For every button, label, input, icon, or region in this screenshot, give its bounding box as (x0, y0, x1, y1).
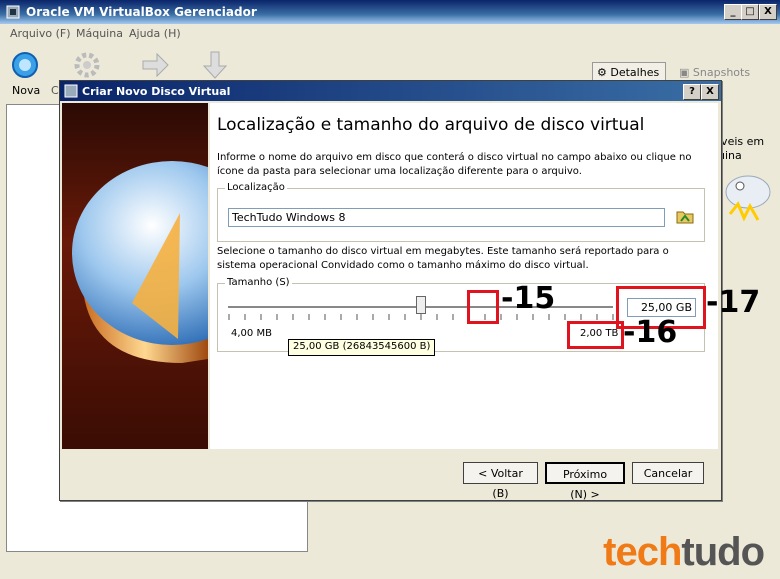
start-arrow-icon (140, 50, 170, 80)
wizard-content: Localização e tamanho do arquivo de disc… (210, 103, 718, 449)
next-button[interactable]: Próximo (N) > (545, 462, 625, 501)
wizard-disk-illustration (62, 103, 208, 449)
size-description: Selecione o tamanho do disco virtual em … (217, 246, 669, 271)
highlight-box-max-size (567, 321, 624, 349)
camera-icon: ▣ (679, 66, 690, 79)
techtudo-logo: techtudo (603, 530, 765, 575)
discard-arrow-icon (200, 50, 230, 80)
main-window-titlebar: Oracle VM VirtualBox Gerenciador _ □ X (0, 0, 780, 24)
new-machine-icon[interactable] (10, 50, 40, 80)
size-label: Tamanho (S) (225, 277, 292, 288)
cancel-button[interactable]: Cancelar (632, 462, 704, 484)
main-window-title: Oracle VM VirtualBox Gerenciador (26, 5, 257, 19)
annotation-16: -16 (623, 315, 678, 350)
os-logo-icon (725, 175, 771, 222)
tab-details-label: Detalhes (610, 66, 660, 79)
close-button[interactable]: X (759, 4, 777, 20)
location-description: Informe o nome do arquivo em disco que c… (217, 152, 692, 177)
dialog-title: Criar Novo Disco Virtual (82, 85, 231, 98)
dialog-close-button[interactable]: X (701, 84, 719, 100)
location-group: Localização (217, 182, 705, 242)
menu-bar: Arquivo (F) Máquina Ajuda (H) (0, 24, 780, 44)
dialog-help-button[interactable]: ? (683, 84, 701, 100)
annotation-17: -17 (706, 285, 761, 320)
back-button[interactable]: < Voltar (B) (463, 462, 538, 500)
dialog-titlebar: Criar Novo Disco Virtual ? X (60, 81, 721, 101)
gear-icon (72, 50, 102, 80)
minimize-button[interactable]: _ (724, 4, 742, 20)
tab-snapshots-label: Snapshots (692, 66, 751, 79)
annotation-15: -15 (501, 281, 556, 316)
dialog-app-icon (64, 84, 78, 98)
details-gear-icon: ⚙ (597, 66, 607, 79)
details-text-fragment-1: íveis em (718, 135, 765, 148)
min-size-label: 4,00 MB (231, 328, 272, 339)
highlight-box-slider (467, 290, 499, 324)
brand-tudo: tudo (681, 530, 765, 574)
maximize-button[interactable]: □ (741, 4, 759, 20)
brand-tech: tech (603, 530, 682, 574)
page-title: Localização e tamanho do arquivo de disc… (217, 115, 645, 135)
new-button-label[interactable]: Nova (12, 84, 40, 97)
filename-input[interactable] (228, 208, 665, 227)
menu-arquivo[interactable]: Arquivo (F) (10, 27, 71, 40)
menu-maquina[interactable]: Máquina (76, 27, 123, 40)
menu-ajuda[interactable]: Ajuda (H) (129, 27, 181, 40)
slider-ticks (228, 314, 614, 320)
virtualbox-icon (6, 5, 20, 19)
location-label: Localização (225, 182, 287, 193)
settings-button-label: C (51, 84, 59, 97)
size-slider-thumb[interactable] (415, 296, 426, 314)
folder-open-icon[interactable] (676, 208, 694, 224)
size-tooltip: 25,00 GB (26843545600 B) (288, 339, 436, 356)
